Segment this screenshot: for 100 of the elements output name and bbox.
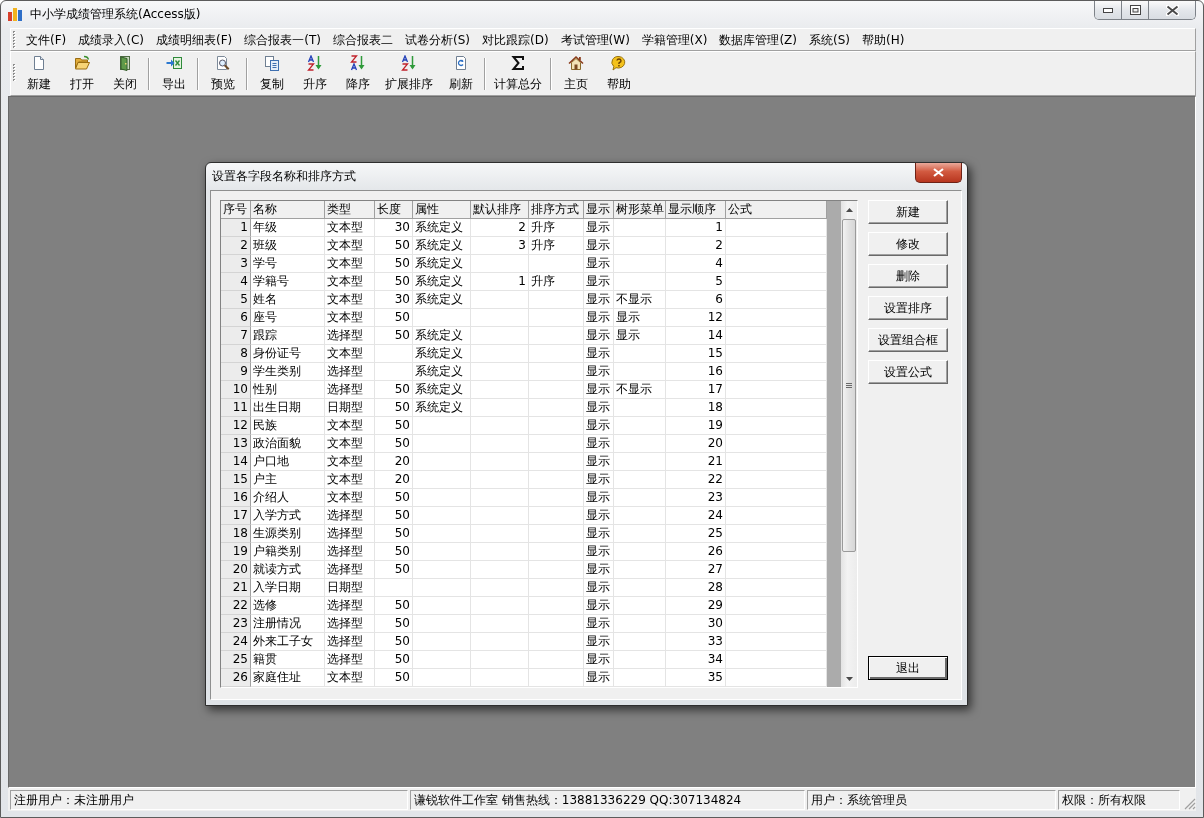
menu-item[interactable]: 考试管理(W) xyxy=(554,30,636,49)
table-cell xyxy=(471,435,529,453)
menu-grip[interactable] xyxy=(13,30,16,49)
row-number: 24 xyxy=(221,633,251,651)
grip-icon xyxy=(846,383,852,388)
toolbar-button[interactable]: 关闭 xyxy=(103,53,146,93)
toolbar-button[interactable]: 降序 xyxy=(336,53,379,93)
menu-item[interactable]: 综合报表一(T) xyxy=(238,30,327,49)
toolbar-button[interactable]: 扩展排序 xyxy=(379,53,439,93)
menu-item[interactable]: 综合报表二 xyxy=(327,30,399,49)
toolbar-button[interactable]: 升序 xyxy=(293,53,336,93)
table-cell xyxy=(529,327,584,345)
column-header: 属性 xyxy=(413,201,471,219)
minimize-button[interactable] xyxy=(1095,1,1122,19)
close-button[interactable] xyxy=(915,163,962,183)
table-cell: 显示 xyxy=(584,543,614,561)
table-cell: 班级 xyxy=(251,237,325,255)
table-cell xyxy=(614,543,666,561)
dialog-button[interactable]: 删除 xyxy=(868,264,948,288)
dialog-button[interactable]: 设置排序 xyxy=(868,296,948,320)
table-cell xyxy=(471,417,529,435)
exit-button[interactable]: 退出 xyxy=(868,656,948,680)
table-cell: 选择型 xyxy=(325,597,375,615)
table-cell xyxy=(529,561,584,579)
toolbar-button[interactable]: 预览 xyxy=(201,53,244,93)
close-button[interactable] xyxy=(1149,1,1195,19)
table-cell: 显示 xyxy=(584,615,614,633)
toolbar-grip[interactable] xyxy=(13,63,16,82)
table-cell: 户籍类别 xyxy=(251,543,325,561)
row-number: 12 xyxy=(221,417,251,435)
column-header: 类型 xyxy=(325,201,375,219)
maximize-button[interactable] xyxy=(1122,1,1149,19)
menu-item[interactable]: 成绩明细表(F) xyxy=(150,30,239,49)
table-cell: 50 xyxy=(375,309,413,327)
menu-item[interactable]: 文件(F) xyxy=(20,30,73,49)
table-cell: 29 xyxy=(666,597,726,615)
table-cell xyxy=(529,597,584,615)
menu-item[interactable]: 试卷分析(S) xyxy=(399,30,476,49)
table-cell xyxy=(375,345,413,363)
menu-item[interactable]: 学籍管理(X) xyxy=(635,30,714,49)
table-cell xyxy=(529,669,584,687)
table-cell: 显示 xyxy=(584,291,614,309)
table-cell xyxy=(529,615,584,633)
table-cell: 注册情况 xyxy=(251,615,325,633)
menu-item[interactable]: 系统(S) xyxy=(803,30,856,49)
column-header: 默认排序 xyxy=(471,201,529,219)
table-cell: 升序 xyxy=(529,219,584,237)
toolbar-button[interactable]: 刷新 xyxy=(439,53,482,93)
table-cell: 50 xyxy=(375,255,413,273)
table-cell: 显示 xyxy=(584,561,614,579)
table-cell: 显示 xyxy=(584,669,614,687)
column-header: 序号 xyxy=(221,201,251,219)
dialog-button[interactable]: 新建 xyxy=(868,200,948,224)
table-cell xyxy=(529,435,584,453)
table-cell: 16 xyxy=(666,363,726,381)
table-cell xyxy=(614,345,666,363)
row-number: 3 xyxy=(221,255,251,273)
table-cell: 选择型 xyxy=(325,507,375,525)
table-cell: 选择型 xyxy=(325,561,375,579)
column-header: 公式 xyxy=(726,201,827,219)
table-cell: 50 xyxy=(375,507,413,525)
table-cell: 1 xyxy=(666,219,726,237)
table-cell xyxy=(614,399,666,417)
table-cell xyxy=(614,579,666,597)
dialog-button[interactable]: 设置公式 xyxy=(868,360,948,384)
toolbar-button[interactable]: 计算总分 xyxy=(488,53,548,93)
table-cell xyxy=(471,255,529,273)
table-cell: 性别 xyxy=(251,381,325,399)
table-cell: 35 xyxy=(666,669,726,687)
table-cell xyxy=(471,327,529,345)
toolbar-button[interactable]: 新建 xyxy=(17,53,60,93)
table-cell xyxy=(614,417,666,435)
toolbar-button[interactable]: 帮助 xyxy=(597,53,640,93)
toolbar-button[interactable]: 主页 xyxy=(554,53,597,93)
table-cell xyxy=(529,381,584,399)
table-cell: 12 xyxy=(666,309,726,327)
menu-item[interactable]: 数据库管理(Z) xyxy=(713,30,803,49)
table-cell xyxy=(413,597,471,615)
scrollbar-thumb[interactable] xyxy=(842,219,856,552)
table-cell xyxy=(471,489,529,507)
table-cell: 系统定义 xyxy=(413,237,471,255)
dialog-button[interactable]: 设置组合框 xyxy=(868,328,948,352)
menu-item[interactable]: 对比跟踪(D) xyxy=(475,30,555,49)
menu-item[interactable]: 成绩录入(C) xyxy=(72,30,150,49)
table-cell: 文本型 xyxy=(325,453,375,471)
toolbar-button[interactable]: 打开 xyxy=(60,53,103,93)
status-panel: 谦锐软件工作室 销售热线：13881336229 QQ:307134824 xyxy=(410,790,805,810)
table-cell: 选择型 xyxy=(325,615,375,633)
table-cell xyxy=(614,669,666,687)
dialog-button[interactable]: 修改 xyxy=(868,232,948,256)
bar-chart-icon xyxy=(8,7,22,21)
table-cell: 民族 xyxy=(251,417,325,435)
table-cell xyxy=(413,435,471,453)
resize-grip-icon[interactable] xyxy=(1184,798,1196,810)
toolbar-button[interactable]: 导出 xyxy=(152,53,195,93)
toolbar-button[interactable]: 复制 xyxy=(250,53,293,93)
table-cell xyxy=(471,291,529,309)
menu-item[interactable]: 帮助(H) xyxy=(856,30,911,49)
table-cell: 50 xyxy=(375,435,413,453)
row-number: 1 xyxy=(221,219,251,237)
